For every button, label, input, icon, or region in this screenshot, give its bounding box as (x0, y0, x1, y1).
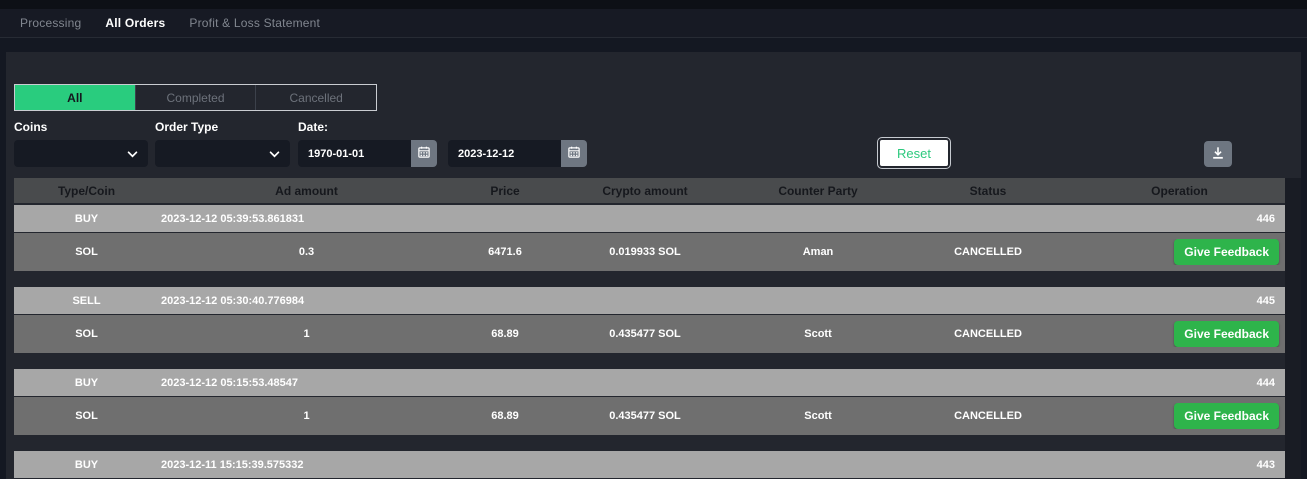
column-header-operation: Operation (1074, 184, 1285, 198)
date-from-group (298, 140, 437, 167)
app-screen: Processing All Orders Profit & Loss Stat… (0, 0, 1307, 479)
download-icon (1211, 146, 1225, 163)
give-feedback-button[interactable]: Give Feedback (1174, 239, 1279, 265)
date-label: Date: (298, 120, 328, 134)
chevron-down-icon (127, 145, 138, 163)
date-to-group (448, 140, 587, 167)
tab-cancelled[interactable]: Cancelled (255, 85, 376, 110)
calendar-icon (418, 146, 430, 161)
order-type: BUY (14, 459, 159, 471)
nav-tab-all-orders[interactable]: All Orders (105, 16, 165, 30)
nav-tab-profit-loss[interactable]: Profit & Loss Statement (189, 16, 320, 30)
order-counter-party: Scott (734, 410, 902, 422)
order-status: CANCELLED (902, 328, 1074, 340)
order-number: 445 (1074, 295, 1285, 307)
order-counter-party: Scott (734, 328, 902, 340)
status-filter-tabs: All Completed Cancelled (14, 84, 377, 111)
order-price: 68.89 (454, 410, 556, 422)
all-orders-panel: All Completed Cancelled Coins Order Type… (6, 52, 1301, 479)
order-number: 446 (1074, 213, 1285, 225)
order-type: SELL (14, 295, 159, 307)
order-type: BUY (14, 213, 159, 225)
order-datetime: 2023-12-12 05:15:53.48547 (159, 377, 1074, 389)
column-header-price: Price (454, 184, 556, 198)
order-price: 6471.6 (454, 246, 556, 258)
nav-tab-processing[interactable]: Processing (20, 16, 81, 30)
order-status: CANCELLED (902, 246, 1074, 258)
orders-table: Type/Coin Ad amount Price Crypto amount … (14, 178, 1285, 478)
order-price: 68.89 (454, 328, 556, 340)
order-number: 444 (1074, 377, 1285, 389)
orders-table-header: Type/Coin Ad amount Price Crypto amount … (14, 178, 1285, 203)
order-datetime: 2023-12-12 05:30:40.776984 (159, 295, 1074, 307)
column-header-counter-party: Counter Party (734, 184, 902, 198)
coins-label: Coins (14, 120, 47, 134)
column-header-ad-amount: Ad amount (159, 184, 454, 198)
date-from-calendar-button[interactable] (411, 140, 437, 167)
order-coin: SOL (14, 410, 159, 422)
order-group-row: BUY 2023-12-11 15:15:39.575332 443 (14, 451, 1285, 478)
top-nav-tabs: Processing All Orders Profit & Loss Stat… (0, 8, 320, 37)
order-group-row: SELL 2023-12-12 05:30:40.776984 445 (14, 287, 1285, 314)
order-ad-amount: 1 (159, 328, 454, 340)
give-feedback-button[interactable]: Give Feedback (1174, 321, 1279, 347)
orders-table-body: BUY 2023-12-12 05:39:53.861831 446 SOL 0… (14, 205, 1285, 478)
order-coin: SOL (14, 328, 159, 340)
tab-all[interactable]: All (15, 85, 135, 110)
order-detail-row: SOL 0.3 6471.6 0.019933 SOL Aman CANCELL… (14, 233, 1285, 271)
date-to-input[interactable] (448, 140, 561, 167)
order-coin: SOL (14, 246, 159, 258)
order-crypto-amount: 0.435477 SOL (556, 328, 734, 340)
column-header-status: Status (902, 184, 1074, 198)
order-crypto-amount: 0.019933 SOL (556, 246, 734, 258)
order-status: CANCELLED (902, 410, 1074, 422)
column-header-type-coin: Type/Coin (14, 184, 159, 198)
order-ad-amount: 0.3 (159, 246, 454, 258)
order-datetime: 2023-12-12 05:39:53.861831 (159, 213, 1074, 225)
order-datetime: 2023-12-11 15:15:39.575332 (159, 459, 1074, 471)
order-group-row: BUY 2023-12-12 05:15:53.48547 444 (14, 369, 1285, 396)
column-header-crypto-amount: Crypto amount (556, 184, 734, 198)
date-from-input[interactable] (298, 140, 411, 167)
order-group-row: BUY 2023-12-12 05:39:53.861831 446 (14, 205, 1285, 232)
scrollbar-track[interactable] (1285, 178, 1301, 479)
order-number: 443 (1074, 459, 1285, 471)
order-crypto-amount: 0.435477 SOL (556, 410, 734, 422)
date-to-calendar-button[interactable] (561, 140, 587, 167)
coins-select[interactable] (14, 140, 148, 167)
order-detail-row: SOL 1 68.89 0.435477 SOL Scott CANCELLED… (14, 397, 1285, 435)
calendar-icon (568, 146, 580, 161)
order-type-label: Order Type (155, 120, 218, 134)
give-feedback-button[interactable]: Give Feedback (1174, 403, 1279, 429)
tab-completed[interactable]: Completed (135, 85, 256, 110)
order-counter-party: Aman (734, 246, 902, 258)
top-navigation: Processing All Orders Profit & Loss Stat… (0, 0, 1307, 38)
download-button[interactable] (1204, 141, 1232, 167)
order-detail-row: SOL 1 68.89 0.435477 SOL Scott CANCELLED… (14, 315, 1285, 353)
chevron-down-icon (269, 145, 280, 163)
order-ad-amount: 1 (159, 410, 454, 422)
order-type: BUY (14, 377, 159, 389)
reset-button[interactable]: Reset (880, 140, 948, 166)
order-type-select[interactable] (155, 140, 290, 167)
